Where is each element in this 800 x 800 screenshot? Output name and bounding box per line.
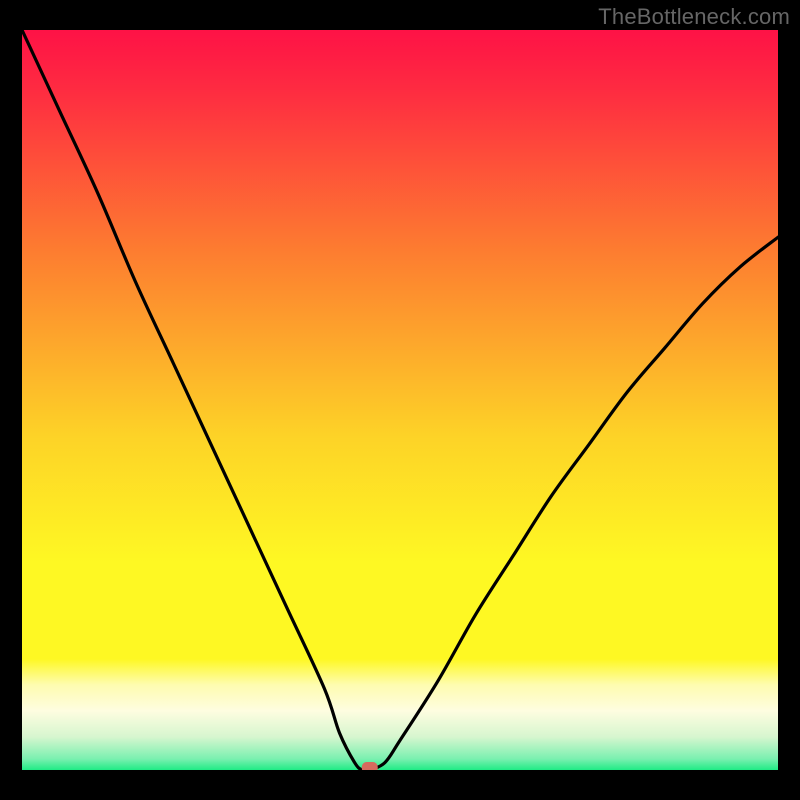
watermark-text: TheBottleneck.com [598, 4, 790, 30]
minimum-marker [362, 762, 378, 770]
gradient-background [22, 30, 778, 770]
chart-svg [22, 30, 778, 770]
chart-frame: TheBottleneck.com [0, 0, 800, 800]
plot-area [22, 30, 778, 770]
